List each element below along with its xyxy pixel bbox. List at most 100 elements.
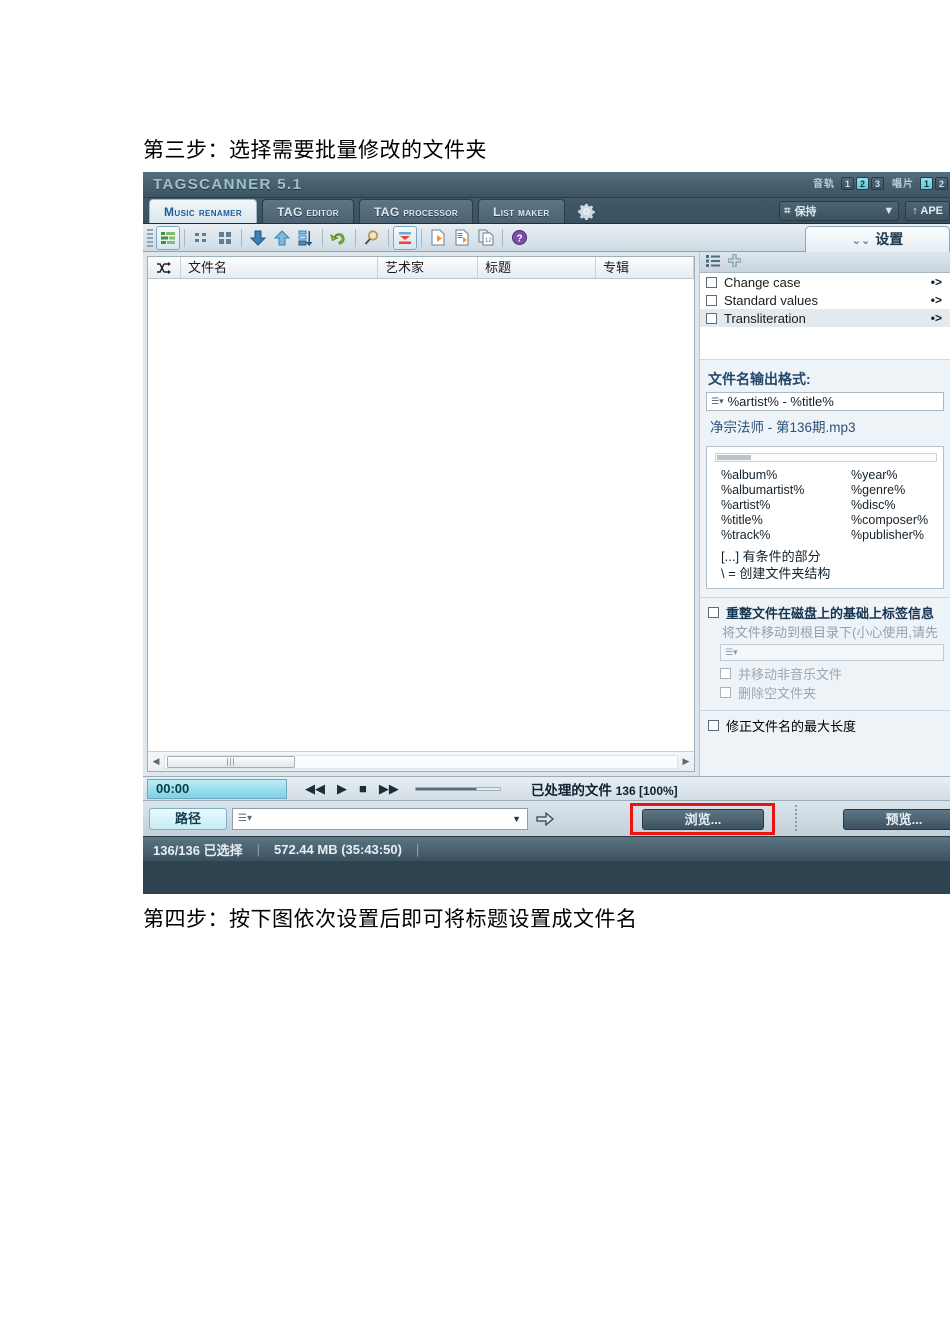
- tag-track[interactable]: %track%: [721, 528, 851, 543]
- delete-empty-row[interactable]: 删除空文件夹: [700, 683, 950, 702]
- list-dropdown-icon[interactable]: ☰▾: [707, 396, 728, 407]
- file-list[interactable]: 文件名 艺术家 标题 专辑 ◀ ||| ▶: [147, 256, 695, 772]
- file-play-icon[interactable]: [426, 226, 450, 250]
- tag-publisher[interactable]: %publisher%: [851, 528, 943, 543]
- track-badge-2[interactable]: 2: [856, 176, 869, 190]
- action-row-change-case[interactable]: Change case •>: [700, 273, 950, 291]
- list-icon[interactable]: [706, 254, 720, 270]
- scroll-thumb[interactable]: |||: [167, 755, 295, 768]
- browse-button[interactable]: 浏览...: [642, 809, 764, 830]
- checkbox-maxlen[interactable]: [708, 720, 719, 731]
- toolbar-grip[interactable]: [147, 228, 153, 247]
- column-header-filename[interactable]: 文件名: [181, 257, 378, 278]
- next-icon[interactable]: ▶▶: [379, 781, 399, 797]
- tag-disc[interactable]: %disc%: [851, 498, 943, 513]
- ape-button[interactable]: ↑ APE: [905, 201, 950, 221]
- selection-mode-dropdown[interactable]: ⌗ 保持 ▼: [779, 201, 900, 221]
- tag-title[interactable]: %title%: [721, 513, 851, 528]
- gear-icon[interactable]: [574, 199, 600, 223]
- action-row-transliteration[interactable]: Transliteration •>: [700, 309, 950, 327]
- play-icon[interactable]: ▶: [337, 781, 347, 797]
- file-copy-icon[interactable]: 12: [474, 226, 498, 250]
- toolbar-separator: [355, 228, 356, 247]
- file-export-icon[interactable]: [450, 226, 474, 250]
- file-list-body[interactable]: [148, 279, 694, 751]
- search-icon[interactable]: [360, 226, 384, 250]
- title-bar-right: 音轨 123 唱片 12: [813, 175, 950, 190]
- scroll-track[interactable]: |||: [164, 754, 678, 769]
- reorganize-row[interactable]: 重整文件在磁盘上的基础上标签信息: [700, 603, 950, 622]
- large-icons-icon[interactable]: [213, 226, 237, 250]
- sort-icon[interactable]: [294, 226, 318, 250]
- arrow-right-icon[interactable]: [534, 808, 556, 830]
- stop-icon[interactable]: ■: [359, 781, 367, 796]
- move-up-icon[interactable]: [270, 226, 294, 250]
- track-badge-3[interactable]: 3: [871, 176, 884, 190]
- move-root-hint: 将文件移动到根目录下(小心使用,请先: [722, 625, 938, 640]
- move-nonmusic-label: 并移动非音乐文件: [738, 667, 843, 682]
- volume-slider[interactable]: [414, 786, 501, 791]
- move-root-input[interactable]: ☰▾: [720, 644, 944, 661]
- column-header-title[interactable]: 标题: [478, 257, 596, 278]
- action-row-standard-values[interactable]: Standard values •>: [700, 291, 950, 309]
- column-header-album[interactable]: 专辑: [596, 257, 694, 278]
- path-input[interactable]: ☰▾ ▼: [232, 807, 528, 830]
- settings-tab[interactable]: ⌄⌄ 设置: [805, 226, 950, 252]
- list-view-icon[interactable]: [156, 225, 180, 250]
- filter-icon[interactable]: [393, 225, 417, 250]
- chevron-down-icon[interactable]: ▼: [512, 814, 527, 824]
- scroll-right-icon[interactable]: ▶: [678, 756, 694, 767]
- tab-tag-editor[interactable]: TAG editor: [262, 199, 354, 223]
- tab-tag-processor[interactable]: TAG processor: [358, 199, 474, 223]
- maxlen-row[interactable]: 修正文件名的最大长度: [700, 716, 950, 735]
- checkbox-delete-empty[interactable]: [720, 687, 731, 698]
- checkbox-reorganize[interactable]: [708, 607, 719, 618]
- expand-arrow-icon[interactable]: •>: [931, 275, 942, 289]
- scroll-left-icon[interactable]: ◀: [148, 756, 164, 767]
- expand-arrow-icon[interactable]: •>: [931, 311, 942, 325]
- track-label: 音轨: [813, 179, 835, 190]
- delete-empty-label: 删除空文件夹: [738, 686, 817, 701]
- tag-box-scrollbar[interactable]: [715, 453, 937, 462]
- tag-composer[interactable]: %composer%: [851, 513, 943, 528]
- tag-year[interactable]: %year%: [851, 468, 943, 483]
- tab-list-maker[interactable]: List maker: [478, 199, 565, 223]
- format-input[interactable]: ☰▾ %artist% - %title%: [706, 392, 944, 411]
- list-dropdown-icon[interactable]: ☰▾: [721, 647, 742, 658]
- file-list-hscrollbar[interactable]: ◀ ||| ▶: [148, 751, 694, 771]
- status-size: 572.44 MB (35:43:50): [274, 841, 402, 857]
- checkbox-change-case[interactable]: [706, 276, 717, 288]
- prev-icon[interactable]: ◀◀: [305, 781, 325, 797]
- help-icon[interactable]: ?: [507, 226, 531, 250]
- tag-genre[interactable]: %genre%: [851, 483, 943, 498]
- action-label-standard-values: Standard values: [724, 292, 818, 308]
- plus-icon[interactable]: [727, 253, 742, 270]
- tag-box-scroll-thumb[interactable]: [717, 455, 751, 460]
- file-list-header: 文件名 艺术家 标题 专辑: [148, 257, 694, 279]
- action-list-empty-space: [700, 327, 950, 359]
- small-icons-icon[interactable]: [189, 226, 213, 250]
- checkbox-transliteration[interactable]: [706, 312, 717, 324]
- tag-albumartist[interactable]: %albumartist%: [721, 483, 851, 498]
- disc-badge-2[interactable]: 2: [935, 176, 948, 190]
- maxlen-label: 修正文件名的最大长度: [726, 719, 857, 734]
- undo-icon[interactable]: [327, 226, 351, 250]
- action-list[interactable]: Change case •> Standard values •> Transl…: [700, 273, 950, 360]
- track-badge-1[interactable]: 1: [841, 176, 854, 190]
- path-button[interactable]: 路径: [149, 807, 227, 830]
- tag-album[interactable]: %album%: [721, 468, 851, 483]
- move-nonmusic-row[interactable]: 并移动非音乐文件: [700, 664, 950, 683]
- processed-files-status: 已处理的文件 136 [100%]: [531, 779, 678, 799]
- checkbox-standard-values[interactable]: [706, 294, 717, 306]
- list-dropdown-icon[interactable]: ☰▾: [233, 813, 257, 824]
- preview-button[interactable]: 预览...: [843, 809, 950, 830]
- checkbox-move-nonmusic[interactable]: [720, 668, 731, 679]
- tag-artist[interactable]: %artist%: [721, 498, 851, 513]
- expand-arrow-icon[interactable]: •>: [931, 293, 942, 307]
- move-down-icon[interactable]: [246, 226, 270, 250]
- column-header-artist[interactable]: 艺术家: [378, 257, 478, 278]
- disc-badge-1[interactable]: 1: [920, 176, 933, 190]
- reorganize-options: 重整文件在磁盘上的基础上标签信息 将文件移动到根目录下(小心使用,请先 ☰▾ 并…: [700, 597, 950, 702]
- column-header-mark[interactable]: [148, 257, 181, 278]
- tab-music-renamer[interactable]: Music renamer: [149, 199, 258, 223]
